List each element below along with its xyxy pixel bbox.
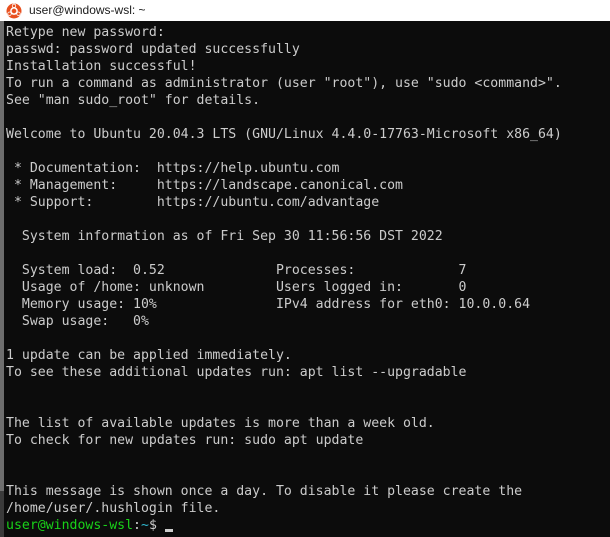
terminal-line: passwd: password updated successfully — [6, 42, 300, 57]
terminal-line: /home/user/.hushlogin file. — [6, 501, 221, 516]
window-titlebar[interactable]: user@windows-wsl: ~ — [0, 0, 610, 21]
terminal-line: System load: 0.52 Processes: 7 — [6, 263, 467, 278]
terminal-line: * Support: https://ubuntu.com/advantage — [6, 195, 380, 210]
terminal-line: Usage of /home: unknown Users logged in:… — [6, 280, 467, 295]
terminal-window: user@windows-wsl: ~ Retype new password:… — [0, 0, 610, 537]
terminal-line: To see these additional updates run: apt… — [6, 365, 467, 380]
terminal-line: Memory usage: 10% IPv4 address for eth0:… — [6, 297, 531, 312]
terminal-line: * Documentation: https://help.ubuntu.com — [6, 161, 340, 176]
text-cursor — [164, 529, 173, 532]
window-title: user@windows-wsl: ~ — [29, 3, 146, 17]
terminal-line: Installation successful! — [6, 59, 197, 74]
terminal-output: Retype new password: passwd: password upd… — [6, 24, 610, 517]
terminal-line: * Management: https://landscape.canonica… — [6, 178, 403, 193]
prompt-user-host: user@windows-wsl — [6, 518, 134, 533]
terminal-line: System information as of Fri Sep 30 11:5… — [6, 229, 443, 244]
prompt-separator: : — [133, 518, 141, 533]
terminal-line: Retype new password: — [6, 25, 165, 40]
terminal-line: To check for new updates run: sudo apt u… — [6, 433, 364, 448]
terminal-line: Welcome to Ubuntu 20.04.3 LTS (GNU/Linux… — [6, 127, 562, 142]
terminal-line: See "man sudo_root" for details. — [6, 93, 261, 108]
terminal-line: The list of available updates is more th… — [6, 416, 435, 431]
terminal-line: 1 update can be applied immediately. — [6, 348, 292, 363]
ubuntu-logo-icon — [6, 3, 22, 18]
prompt-path: ~ — [141, 518, 149, 533]
terminal-line: This message is shown once a day. To dis… — [6, 484, 523, 499]
terminal-screen[interactable]: Retype new password: passwd: password upd… — [4, 21, 610, 537]
terminal-line: To run a command as administrator (user … — [6, 76, 562, 91]
terminal-line: Swap usage: 0% — [6, 314, 149, 329]
prompt-symbol: $ — [148, 518, 157, 533]
shell-prompt-line[interactable]: user@windows-wsl: ~ $ — [6, 517, 610, 534]
